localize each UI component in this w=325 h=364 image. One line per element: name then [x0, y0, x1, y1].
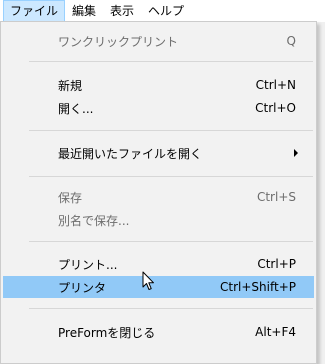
- menu-item-label: 最近開いたファイルを開く: [58, 146, 203, 161]
- menu-item-label: ワンクリックプリント: [58, 34, 179, 49]
- menu-file[interactable]: ファイル: [3, 0, 66, 22]
- menu-item-close[interactable]: PreFormを閉じる Alt+F4: [3, 321, 314, 343]
- menu-item-shortcut: Ctrl+N: [255, 78, 296, 92]
- menu-edit[interactable]: 編集: [65, 0, 103, 22]
- menu-item-label: PreFormを閉じる: [58, 325, 156, 340]
- menu-item-save-as[interactable]: 別名で保存...: [3, 209, 314, 231]
- menu-item-label: プリント...: [58, 257, 118, 272]
- menu-item-shortcut: Ctrl+S: [256, 190, 296, 204]
- menu-item-print[interactable]: プリント... Ctrl+P: [3, 253, 314, 275]
- menu-separator: [29, 130, 313, 131]
- menu-separator: [29, 176, 313, 177]
- menu-item-printer[interactable]: プリンタ Ctrl+Shift+P: [3, 276, 314, 298]
- menu-item-label: プリンタ: [58, 280, 107, 295]
- menu-item-open[interactable]: 開く... Ctrl+O: [3, 97, 314, 119]
- menu-item-save[interactable]: 保存 Ctrl+S: [3, 186, 314, 208]
- menu-separator: [29, 241, 313, 242]
- menu-item-one-click-print[interactable]: ワンクリックプリント Q: [3, 30, 314, 52]
- menu-item-label: 保存: [58, 190, 83, 205]
- submenu-arrow-icon: [294, 149, 298, 157]
- menu-help[interactable]: ヘルプ: [141, 0, 191, 22]
- menu-item-new[interactable]: 新規 Ctrl+N: [3, 74, 314, 96]
- menu-bar: ファイル 編集 表示 ヘルプ: [0, 0, 325, 22]
- menu-item-label: 別名で保存...: [58, 213, 130, 228]
- menu-item-shortcut: Ctrl+Shift+P: [220, 280, 296, 294]
- menu-item-shortcut: Alt+F4: [255, 325, 296, 339]
- menu-separator: [29, 61, 313, 62]
- menu-item-shortcut: Ctrl+O: [255, 101, 296, 115]
- menu-item-label: 新規: [58, 78, 83, 93]
- mouse-pointer-icon: [142, 271, 154, 290]
- menu-item-shortcut: Ctrl+P: [257, 257, 296, 271]
- menu-view[interactable]: 表示: [103, 0, 141, 22]
- menu-item-recent[interactable]: 最近開いたファイルを開く: [3, 142, 314, 164]
- file-menu-dropdown: ワンクリックプリント Q 新規 Ctrl+N 開く... Ctrl+O 最近開い…: [0, 21, 317, 364]
- menu-separator: [29, 308, 313, 309]
- menu-item-shortcut: Q: [286, 34, 296, 48]
- menu-item-label: 開く...: [58, 101, 94, 116]
